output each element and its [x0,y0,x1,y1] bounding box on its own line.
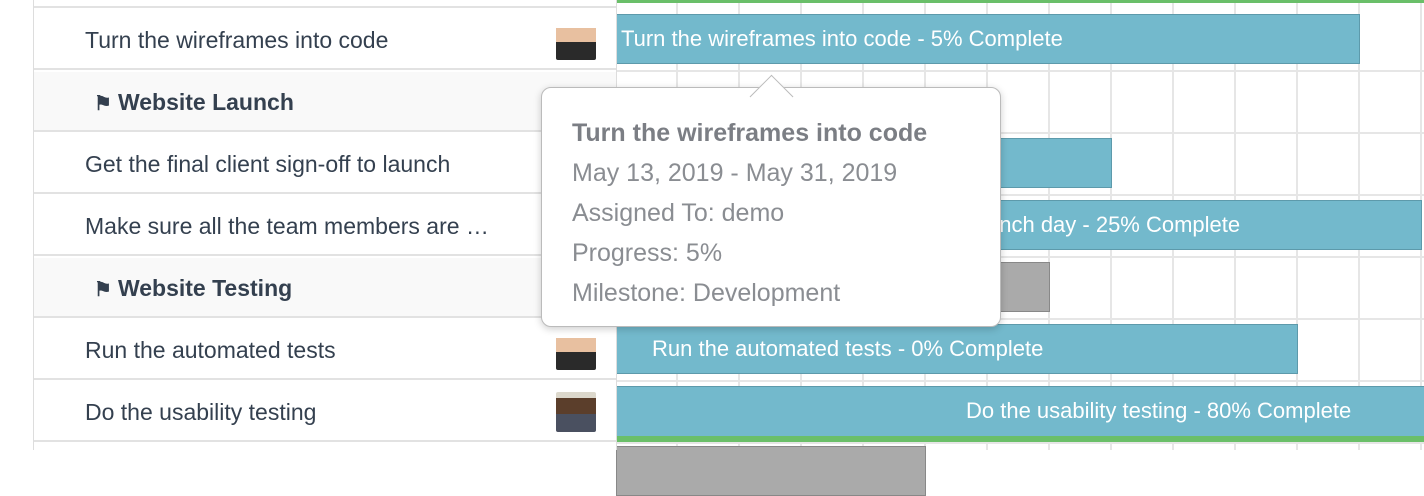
bar-label: Run the automated tests - 0% Complete [652,336,1044,361]
task-row[interactable]: Get the final client sign-off to launch [34,134,616,194]
task-bar[interactable]: Do the usability testing - 80% Complete [616,386,1424,442]
flag-icon: ⚑ [94,93,112,115]
bar-label: Turn the wireframes into code - 5% Compl… [621,26,1063,51]
milestone-bar[interactable] [616,446,926,496]
avatar [556,330,596,370]
tooltip-progress: Progress: 5% [572,239,723,267]
milestone-name: Website Testing [117,275,293,301]
task-bar[interactable]: Run the automated tests - 0% Complete [616,324,1298,374]
task-name: Make sure all the team members are … [85,213,489,239]
task-name: Get the final client sign-off to launch [85,151,451,177]
task-bar[interactable]: Turn the wireframes into code - 5% Compl… [616,14,1360,64]
task-row[interactable]: Make sure all the team members are … [34,196,616,256]
flag-icon: ⚑ [94,279,112,301]
tooltip-milestone: Milestone: Development [572,279,841,307]
task-row[interactable]: Turn the wireframes into code [34,10,616,70]
tooltip-dates: May 13, 2019 - May 31, 2019 [572,159,898,187]
milestone-row[interactable]: ⚑ Website Testing [34,258,616,318]
bar-label: unch day - 25% Complete [987,212,1241,237]
task-tooltip: Turn the wireframes into code May 13, 20… [541,87,1001,327]
task-row[interactable]: Run the automated tests [34,320,616,380]
tooltip-assigned: Assigned To: demo [572,199,785,227]
task-row[interactable] [34,0,616,8]
milestone-name: Website Launch [117,89,294,115]
avatar [556,392,596,432]
progress-line [616,0,1424,3]
task-name: Do the usability testing [85,399,317,425]
milestone-row[interactable]: ⚑ Website Launch [34,72,616,132]
task-list: Turn the wireframes into code ⚑ Website L… [33,0,617,450]
task-name: Turn the wireframes into code [85,27,389,53]
bar-label: Do the usability testing - 80% Complete [966,398,1352,423]
task-name: Run the automated tests [85,337,336,363]
avatar [556,20,596,60]
task-row[interactable]: Do the usability testing [34,382,616,442]
